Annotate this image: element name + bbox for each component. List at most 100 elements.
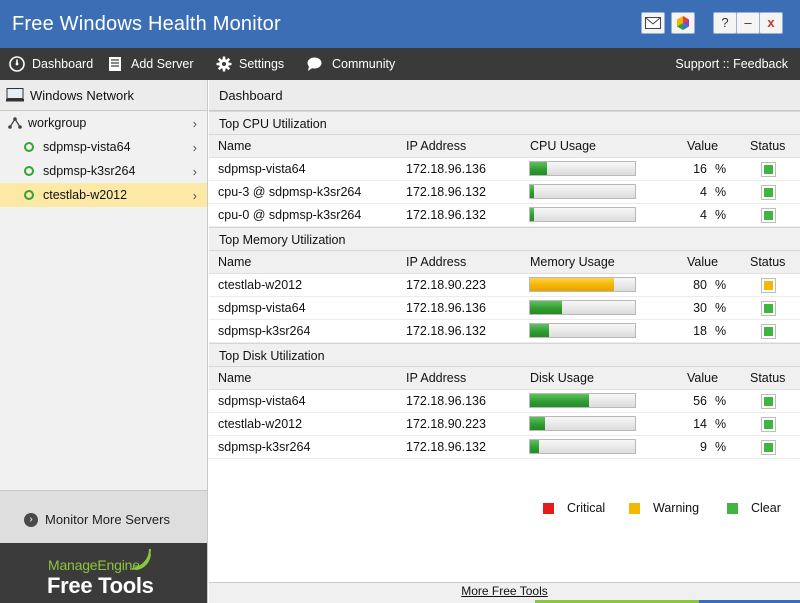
close-button[interactable]: x [759,12,783,34]
column-header-usage: Disk Usage [530,371,594,385]
cell-name: sdpmsp-vista64 [218,301,306,315]
status-indicator [761,417,776,432]
chevron-right-icon: › [192,163,197,179]
cell-name: cpu-0 @ sdpmsp-k3sr264 [218,208,362,222]
sidebar-item-sdpmsp-k3sr264[interactable]: sdpmsp-k3sr264 › [0,159,207,183]
table-row[interactable]: cpu-0 @ sdpmsp-k3sr264 172.18.96.132 4% [209,204,800,227]
gear-icon [216,56,232,72]
sidebar-item-sdpmsp-vista64[interactable]: sdpmsp-vista64 › [0,135,207,159]
status-indicator [761,324,776,339]
usage-bar-fill [530,394,589,407]
column-header-value: Value [687,139,719,153]
column-header-ip: IP Address [406,371,467,385]
support-feedback-link[interactable]: Support :: Feedback [675,48,788,80]
status-indicator-fill [764,188,773,197]
menu-add-server[interactable]: Add Server [108,48,194,80]
menu-settings-label: Settings [239,57,285,71]
table-row[interactable]: sdpmsp-vista64 172.18.96.136 56% [209,390,800,413]
cell-name: sdpmsp-k3sr264 [218,440,311,454]
legend-label: Critical [567,501,606,515]
table-row[interactable]: ctestlab-w2012 172.18.90.223 14% [209,413,800,436]
cell-name: ctestlab-w2012 [218,417,303,431]
usage-bar [529,439,636,454]
usage-bar [529,277,636,292]
theme-button[interactable] [671,12,695,34]
table-row[interactable]: sdpmsp-k3sr264 172.18.96.132 9% [209,436,800,459]
status-ring-icon [24,190,34,200]
table-row[interactable]: cpu-3 @ sdpmsp-k3sr264 172.18.96.132 4% [209,181,800,204]
status-ring-icon [24,166,34,176]
monitor-more-servers-button[interactable]: › Monitor More Servers [0,490,207,548]
close-icon: x [767,15,775,30]
table-row[interactable]: sdpmsp-k3sr264 172.18.96.132 18% [209,320,800,343]
column-header-usage: CPU Usage [530,139,596,153]
usage-bar [529,416,636,431]
sidebar-header: Windows Network [0,80,207,111]
table-row[interactable]: sdpmsp-vista64 172.18.96.136 16% [209,158,800,181]
status-indicator [761,185,776,200]
minimize-button[interactable]: – [736,12,760,34]
tree-group-label: workgroup [28,116,87,130]
usage-bar-fill [530,324,549,337]
cell-value: 30 [693,301,707,315]
cell-value: 16 [693,162,707,176]
cell-ip: 172.18.96.132 [406,440,486,454]
status-indicator-fill [764,281,773,290]
status-indicator [761,394,776,409]
table-header-row: Name IP Address Memory Usage Value Status [209,251,800,274]
chat-bubble-icon [307,57,322,71]
usage-bar-fill [530,208,535,221]
sidebar-item-label: sdpmsp-k3sr264 [43,164,136,178]
sidebar-header-label: Windows Network [30,87,135,103]
more-free-tools-link[interactable]: More Free Tools [461,584,547,598]
cell-value: 18 [693,324,707,338]
help-button[interactable]: ? [713,12,737,34]
utilization-section: Top Memory Utilization Name IP Address Memo… [209,227,800,343]
cell-value: 56 [693,394,707,408]
usage-bar-fill [530,185,535,198]
manageengine-logo: ManageEngine Free Tools [0,543,207,603]
sidebar-item-label: sdpmsp-vista64 [43,140,131,154]
section-title: Top Disk Utilization [209,343,800,367]
usage-bar [529,323,636,338]
cell-value: 4 [700,185,707,199]
status-indicator-fill [764,211,773,220]
chevron-right-icon: › [192,115,197,131]
column-header-value: Value [687,371,719,385]
table-row[interactable]: ctestlab-w2012 172.18.90.223 80% [209,274,800,297]
dashboard-icon [9,56,25,72]
monitor-more-label: Monitor More Servers [45,512,170,527]
server-icon [109,57,121,71]
table-row[interactable]: sdpmsp-vista64 172.18.96.136 30% [209,297,800,320]
menu-settings[interactable]: Settings [216,48,284,80]
status-indicator [761,301,776,316]
tree-group-workgroup[interactable]: workgroup › [0,111,207,135]
legend-warning: Warning [629,496,699,520]
usage-bar [529,184,636,199]
cell-ip: 172.18.90.223 [406,278,486,292]
title-bar: Free Windows Health Monitor ? – x [0,0,800,48]
legend-swatch [727,502,738,514]
usage-bar-fill [530,440,540,453]
legend-swatch [629,502,640,514]
cell-ip: 172.18.96.132 [406,185,486,199]
cell-ip: 172.18.96.136 [406,301,486,315]
cell-percent-sign: % [715,185,727,199]
column-header-value: Value [687,255,719,269]
menu-bar: Dashboard Add Server Settings Community … [0,48,800,80]
column-header-status: Status [750,255,786,269]
status-indicator [761,162,776,177]
color-wheel-icon [677,16,689,30]
status-indicator-fill [764,327,773,336]
legend-label: Warning [653,501,700,515]
column-header-status: Status [750,371,786,385]
usage-bar-fill [530,417,545,430]
sidebar-item-ctestlab-w2012[interactable]: ctestlab-w2012 › [0,183,207,207]
brand-top: ManageEngine [48,557,140,573]
legend: Critical Warning Clear [209,496,800,520]
menu-community[interactable]: Community [306,48,395,80]
mail-button[interactable] [641,12,665,34]
menu-dashboard[interactable]: Dashboard [9,48,93,80]
cell-percent-sign: % [715,417,727,431]
cell-ip: 172.18.96.132 [406,324,486,338]
